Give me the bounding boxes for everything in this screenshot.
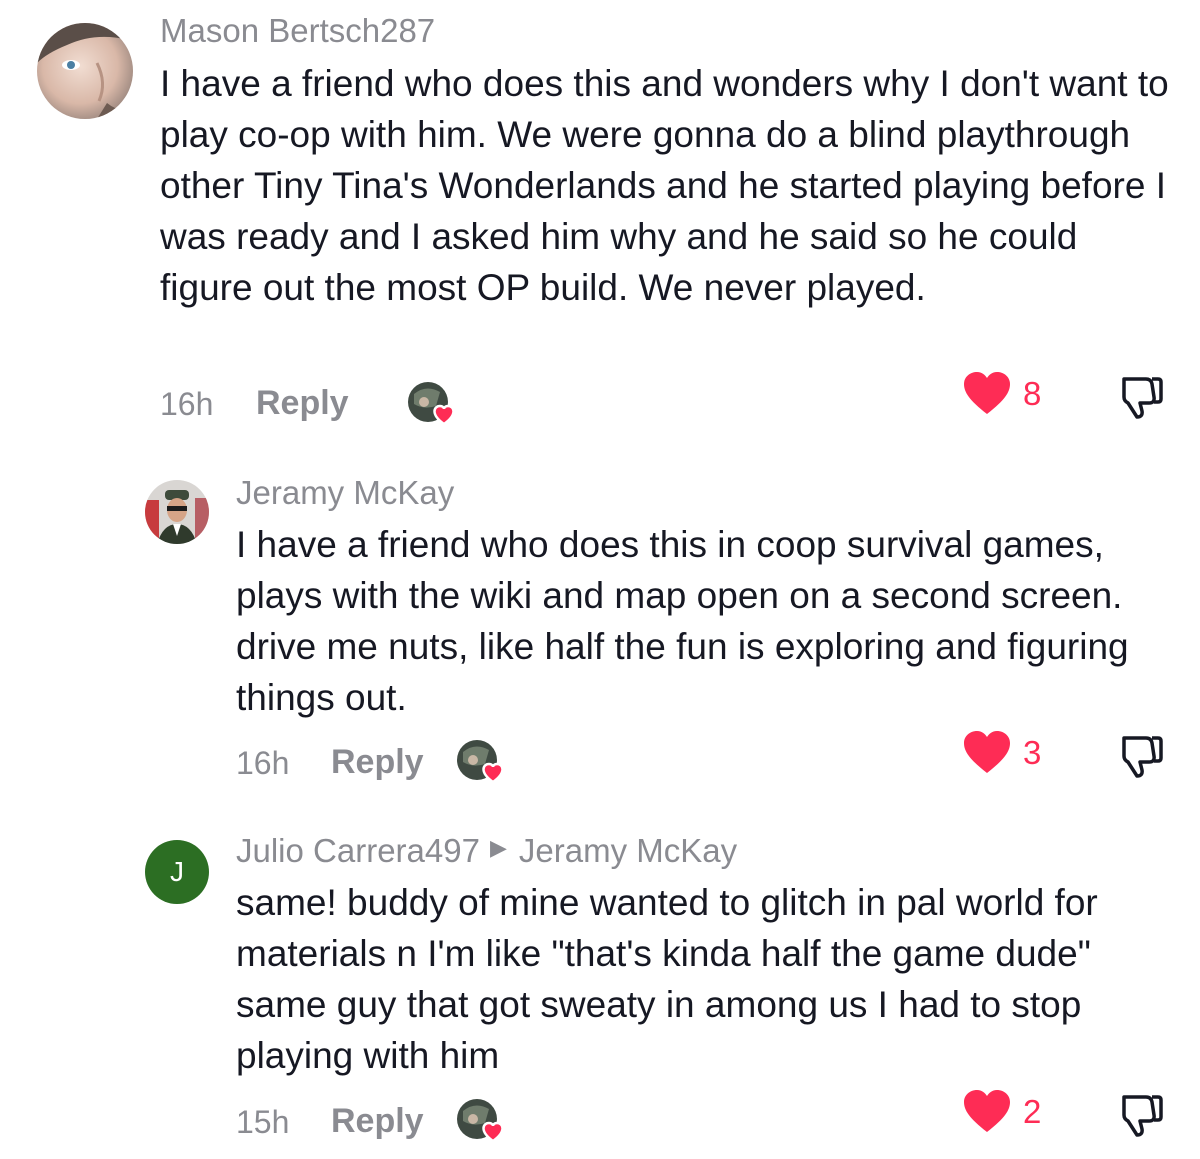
like-count: 3 <box>1023 734 1042 771</box>
avatar[interactable] <box>145 480 209 544</box>
username[interactable]: Jeramy McKay <box>236 474 454 512</box>
heart-icon <box>964 372 1010 414</box>
creator-liked-badge-icon <box>455 738 504 784</box>
like-button[interactable]: 3 <box>963 731 1041 775</box>
timestamp: 15h <box>236 1104 290 1140</box>
reply-button[interactable]: Reply <box>256 384 349 423</box>
creator-liked-badge-icon <box>455 1097 504 1143</box>
thumbs-down-icon <box>1122 736 1163 778</box>
username-row: Julio Carrera497 ▶ Jeramy McKay <box>236 832 737 870</box>
dislike-button[interactable] <box>1114 1093 1164 1139</box>
like-count: 8 <box>1023 375 1042 412</box>
reply-button[interactable]: Reply <box>331 1102 424 1141</box>
heart-icon <box>964 731 1010 773</box>
username[interactable]: Mason Bertsch287 <box>160 12 435 50</box>
thumbs-down-icon <box>1122 377 1163 419</box>
username[interactable]: Julio Carrera497 <box>236 832 480 870</box>
play-arrow-icon: ▶ <box>489 835 507 860</box>
avatar[interactable]: J <box>145 840 209 904</box>
comment-text: I have a friend who does this in coop su… <box>236 524 1129 718</box>
dislike-button[interactable] <box>1114 375 1164 421</box>
user-photo-icon <box>145 480 209 544</box>
like-count: 2 <box>1023 1093 1042 1130</box>
timestamp: 16h <box>236 745 290 781</box>
like-button[interactable]: 2 <box>963 1090 1041 1134</box>
timestamp: 16h <box>160 386 214 422</box>
avatar-letter: J <box>170 856 184 887</box>
reply-to-username[interactable]: Jeramy McKay <box>519 832 737 870</box>
reply-button[interactable]: Reply <box>331 743 424 782</box>
avatar[interactable] <box>37 23 133 119</box>
thumbs-down-icon <box>1122 1095 1163 1137</box>
dislike-button[interactable] <box>1114 734 1164 780</box>
user-photo-icon <box>37 23 133 119</box>
comment-text: same! buddy of mine wanted to glitch in … <box>236 882 1098 1076</box>
comment-text: I have a friend who does this and wonder… <box>160 63 1169 308</box>
like-button[interactable]: 8 <box>963 372 1041 416</box>
heart-icon <box>964 1090 1010 1132</box>
creator-liked-badge-icon <box>406 380 455 426</box>
